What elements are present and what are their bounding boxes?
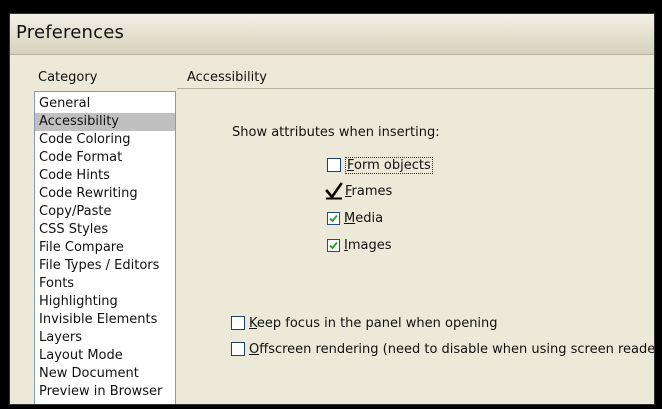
media-checkbox[interactable]	[327, 211, 340, 225]
form-objects-label: Form objects	[345, 156, 433, 174]
images-checkbox[interactable]	[327, 238, 340, 252]
check-icon	[329, 241, 338, 249]
check-icon	[325, 182, 343, 200]
category-item-invisible-elements[interactable]: Invisible Elements	[35, 311, 175, 329]
form-objects-checkbox[interactable]	[327, 158, 341, 172]
category-item-preview-in-browser[interactable]: Preview in Browser	[35, 383, 175, 401]
offscreen-label: Offscreen rendering (need to disable whe…	[249, 341, 655, 357]
images-label: Images	[344, 237, 392, 253]
category-item-new-document[interactable]: New Document	[35, 365, 175, 383]
category-item-fonts[interactable]: Fonts	[35, 275, 175, 293]
frames-option[interactable]: Frames	[325, 182, 392, 200]
section-title: Accessibility	[187, 70, 267, 85]
category-item-code-format[interactable]: Code Format	[35, 149, 175, 167]
media-option[interactable]: Media	[327, 209, 383, 227]
category-item-code-hints[interactable]: Code Hints	[35, 167, 175, 185]
category-item-file-compare[interactable]: File Compare	[35, 239, 175, 257]
category-item-layers[interactable]: Layers	[35, 329, 175, 347]
category-list[interactable]: General Accessibility Code Coloring Code Fo…	[34, 91, 176, 404]
category-item-accessibility[interactable]: Accessibility	[35, 113, 175, 131]
offscreen-checkbox[interactable]	[231, 342, 245, 356]
preferences-dialog: Preferences Category Accessibility Gener…	[9, 13, 655, 405]
keep-focus-option[interactable]: Keep focus in the panel when opening	[231, 314, 498, 332]
category-item-copy-paste[interactable]: Copy/Paste	[35, 203, 175, 221]
dialog-title: Preferences	[16, 22, 125, 43]
category-item-code-coloring[interactable]: Code Coloring	[35, 131, 175, 149]
category-item-general[interactable]: General	[35, 95, 175, 113]
keep-focus-checkbox[interactable]	[231, 316, 245, 330]
category-item-css-styles[interactable]: CSS Styles	[35, 221, 175, 239]
show-attributes-label: Show attributes when inserting:	[232, 125, 440, 140]
section-divider	[177, 88, 654, 89]
title-bar[interactable]: Preferences	[10, 14, 654, 55]
form-objects-option[interactable]: Form objects	[327, 156, 433, 174]
category-label: Category	[38, 70, 98, 85]
check-icon	[329, 214, 338, 222]
category-item-highlighting[interactable]: Highlighting	[35, 293, 175, 311]
category-item-code-rewriting[interactable]: Code Rewriting	[35, 185, 175, 203]
images-option[interactable]: Images	[327, 236, 392, 254]
frames-label: Frames	[345, 183, 393, 199]
category-item-layout-mode[interactable]: Layout Mode	[35, 347, 175, 365]
offscreen-option[interactable]: Offscreen rendering (need to disable whe…	[231, 340, 655, 358]
frames-checkbox[interactable]	[325, 182, 343, 200]
keep-focus-label: Keep focus in the panel when opening	[249, 315, 498, 331]
category-item-file-types-editors[interactable]: File Types / Editors	[35, 257, 175, 275]
media-label: Media	[344, 210, 384, 226]
